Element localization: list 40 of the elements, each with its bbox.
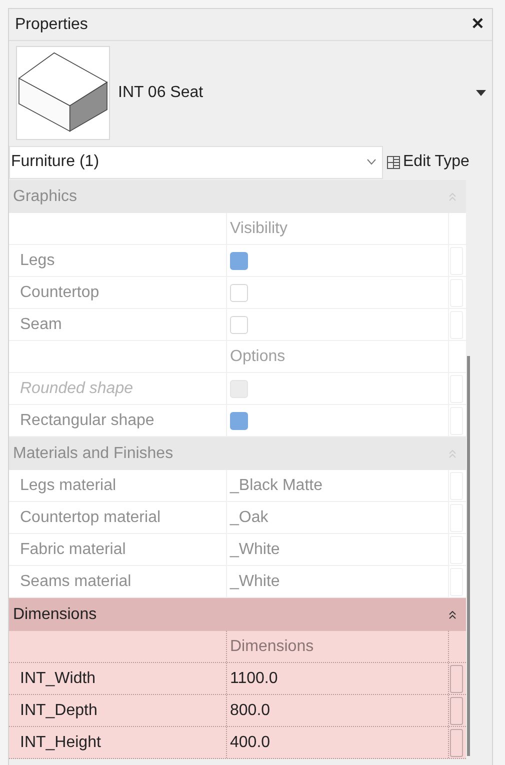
property-label: INT_Height	[20, 732, 101, 752]
property-label: Seams material	[20, 572, 132, 592]
row-end-handle	[450, 696, 463, 724]
type-selector[interactable]: INT 06 Seat	[9, 43, 492, 143]
group-header[interactable]: Dimensions	[9, 598, 466, 631]
scrollbar-thumb[interactable]	[467, 356, 470, 756]
property-value[interactable]: 1100.0	[230, 666, 278, 690]
chevron-down-icon	[367, 159, 376, 165]
row-end-handle	[450, 664, 463, 692]
subheader-label: Dimensions	[230, 636, 314, 656]
window-title: Properties	[15, 14, 88, 34]
collapse-icon	[449, 450, 456, 458]
property-label: Countertop material	[20, 508, 161, 528]
property-label: Fabric material	[20, 540, 126, 560]
edit-type-button[interactable]: Edit Type	[387, 150, 470, 174]
filter-dropdown[interactable]: Furniture (1)	[9, 146, 383, 178]
checkbox[interactable]	[230, 412, 248, 430]
row-end-handle	[450, 728, 463, 756]
dropdown-arrow-icon	[476, 90, 486, 96]
collapse-icon	[449, 192, 456, 200]
property-label: Rounded shape	[20, 378, 133, 398]
subheader-label: Options	[230, 346, 286, 366]
close-button[interactable]: ✕	[469, 12, 486, 36]
checkbox[interactable]	[230, 252, 248, 270]
subheader-label: Visibility	[230, 218, 288, 238]
checkbox[interactable]	[230, 284, 248, 302]
property-value[interactable]: 400.0	[230, 730, 270, 754]
property-label: Legs material	[20, 476, 116, 496]
property-value[interactable]: 800.0	[230, 698, 270, 722]
property-label: INT_Width	[20, 668, 96, 688]
box-icon	[16, 46, 110, 140]
property-label: Seam	[20, 314, 62, 334]
property-label: Rectangular shape	[20, 410, 154, 430]
property-label: Legs	[20, 250, 55, 270]
property-label: Countertop	[20, 282, 100, 302]
checkbox[interactable]	[230, 316, 248, 334]
property-label: INT_Depth	[20, 700, 98, 720]
edit-type-icon	[387, 156, 400, 168]
type-name: INT 06 Seat	[118, 83, 204, 103]
collapse-icon	[449, 610, 456, 618]
